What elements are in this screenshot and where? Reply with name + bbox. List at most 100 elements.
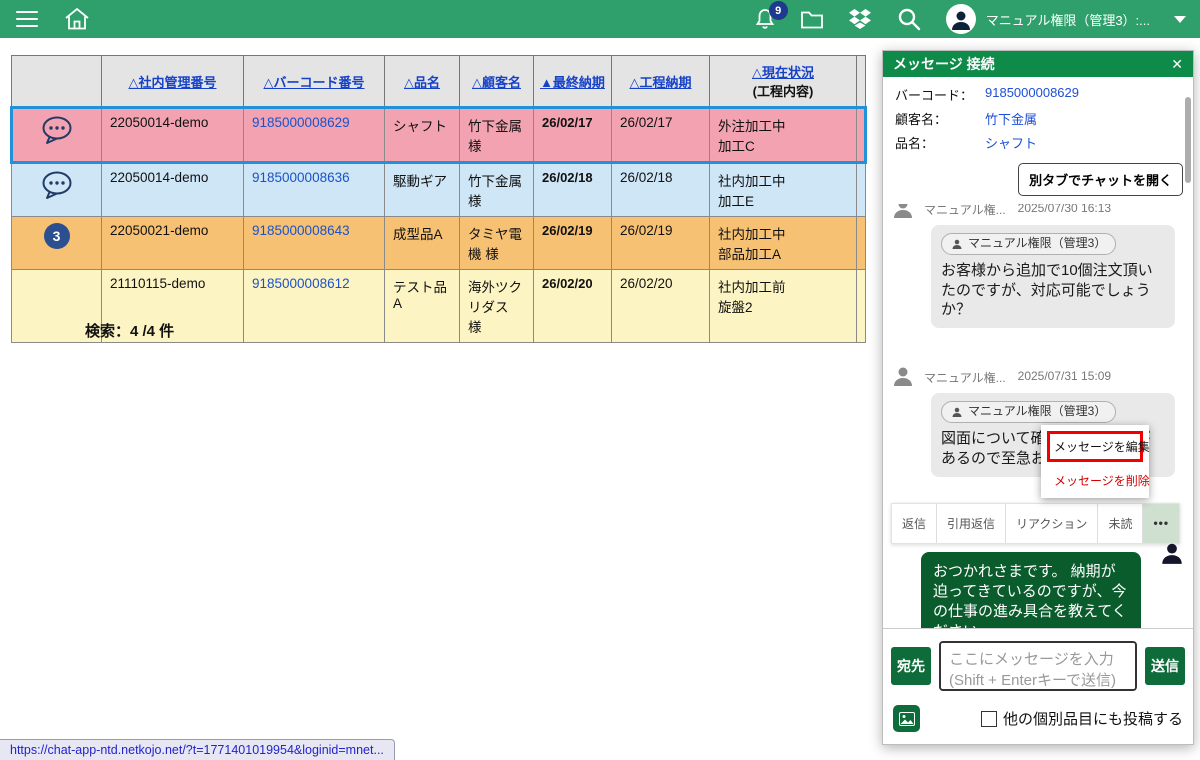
open-chat-new-tab-button[interactable]: 別タブでチャットを開く (1018, 163, 1183, 196)
person-icon (951, 406, 963, 418)
post-other-items-checkbox[interactable] (981, 711, 997, 727)
header-customer-name[interactable]: △顧客名 (472, 75, 521, 90)
cell-process-due: 26/02/19 (612, 217, 710, 270)
header-barcode-no[interactable]: △バーコード番号 (264, 75, 365, 90)
message-timestamp: 2025/07/30 16:13 (1018, 204, 1111, 218)
reaction-button[interactable]: リアクション (1005, 504, 1097, 543)
message-action-bar: 返信 引用返信 リアクション 未読 ••• (891, 503, 1180, 544)
info-label-barcode: バーコード： (895, 85, 985, 104)
cell-status-line2: 部品加工A (718, 243, 848, 263)
cell-final-due: 26/02/19 (534, 217, 612, 270)
cell-status-line2: 旋盤2 (718, 296, 848, 316)
cell-final-due: 26/02/20 (534, 270, 612, 343)
cell-process-due: 26/02/17 (612, 108, 710, 163)
table-header-row: △社内管理番号 △バーコード番号 △品名 △顧客名 ▲最終納期 △工程納期 △現… (12, 56, 866, 108)
edit-message-menu-item[interactable]: メッセージを編集 (1047, 431, 1143, 462)
cell-process-due: 26/02/20 (612, 270, 710, 343)
message-composer: 宛先 送信 (883, 628, 1193, 703)
barcode-link[interactable]: 9185000008636 (252, 170, 350, 185)
barcode-link[interactable]: 9185000008612 (252, 276, 350, 291)
send-button[interactable]: 送信 (1145, 647, 1185, 685)
menu-icon[interactable] (16, 11, 38, 27)
cell-final-due: 26/02/18 (534, 163, 612, 217)
cell-customer-name: 竹下金属 様 (460, 163, 534, 217)
header-management-no[interactable]: △社内管理番号 (129, 75, 217, 90)
cell-product-name: テスト品A (385, 270, 460, 343)
close-icon[interactable]: ✕ (1171, 56, 1183, 73)
sender-avatar-icon (891, 364, 915, 393)
post-other-items-label: 他の個別品目にも投稿する (1003, 708, 1183, 729)
info-label-product: 品名： (895, 133, 985, 152)
cell-product-name: 駆動ギア (385, 163, 460, 217)
header-final-due[interactable]: ▲最終納期 (540, 75, 605, 90)
chat-messages-area: マニュアル権... 2025/07/30 16:13 マニュアル権限（管理3） … (883, 204, 1193, 628)
chat-message-outgoing: おつかれさまです。 納期が迫ってきているのですが、今の仕事の進み具合を教えてくだ… (891, 552, 1185, 628)
cell-final-due: 26/02/17 (534, 108, 612, 163)
message-input[interactable] (939, 641, 1137, 691)
chevron-down-icon[interactable] (1174, 16, 1186, 23)
orders-table: △社内管理番号 △バーコード番号 △品名 △顧客名 ▲最終納期 △工程納期 △現… (10, 55, 867, 343)
cell-management-no: 22050021-demo (102, 217, 244, 270)
header-sliver (857, 56, 866, 108)
recipient-button[interactable]: 宛先 (891, 647, 931, 685)
header-process-due[interactable]: △工程納期 (630, 75, 692, 90)
folder-icon[interactable] (800, 9, 824, 29)
message-context-menu: メッセージを編集 メッセージを削除 (1041, 425, 1149, 498)
search-icon[interactable] (896, 6, 922, 32)
cell-customer-name: 竹下金属 様 (460, 108, 534, 163)
chat-scrollbar-thumb[interactable] (1185, 97, 1191, 183)
table-row[interactable]: 22050014-demo 9185000008629 シャフト 竹下金属 様 … (12, 108, 866, 163)
cell-sliver (857, 108, 866, 163)
notifications-bell-icon[interactable]: 9 (754, 7, 776, 31)
user-menu[interactable]: マニュアル権限（管理3）:... (946, 4, 1150, 34)
cell-process-due: 26/02/18 (612, 163, 710, 217)
chat-bubble-icon[interactable] (40, 188, 74, 203)
user-name-label: マニュアル権限（管理3）:... (986, 10, 1150, 29)
info-value-barcode: 9185000008629 (985, 85, 1079, 104)
attach-image-icon[interactable] (893, 705, 920, 732)
sender-avatar-icon (891, 204, 915, 225)
header-product-name[interactable]: △品名 (404, 75, 440, 90)
cell-customer-name: タミヤ電機 様 (460, 217, 534, 270)
cell-product-name: 成型品A (385, 217, 460, 270)
dropbox-icon[interactable] (848, 8, 872, 30)
chat-message: マニュアル権... 2025/07/30 16:13 マニュアル権限（管理3） … (891, 204, 1185, 328)
message-timestamp: 2025/07/31 15:09 (1018, 369, 1111, 386)
info-value-customer: 竹下金属 (985, 109, 1037, 128)
barcode-link[interactable]: 9185000008643 (252, 223, 350, 238)
chat-panel-title: メッセージ 接続 (893, 54, 995, 74)
cell-status-line1: 社内加工中 (718, 170, 848, 190)
composer-footer: 他の個別品目にも投稿する (883, 703, 1193, 744)
cell-status-line2: 加工C (718, 135, 848, 155)
cell-sliver (857, 163, 866, 217)
message-sender-name: マニュアル権... (924, 369, 1006, 386)
cell-status-line2: 加工E (718, 190, 848, 210)
notification-count-badge: 9 (769, 1, 788, 20)
header-indicator-col (12, 56, 102, 108)
topbar: 9 マニュアル権限（管理3）:... (0, 0, 1200, 38)
message-bubble[interactable]: マニュアル権限（管理3） お客様から追加で10個注文頂いたのですが、対応可能でし… (931, 225, 1175, 328)
table-row[interactable]: 3 22050021-demo 9185000008643 成型品A タミヤ電機… (12, 217, 866, 270)
header-current-status[interactable]: △現在状況 (752, 65, 814, 80)
quote-reply-button[interactable]: 引用返信 (936, 504, 1005, 543)
cell-sliver (857, 270, 866, 343)
delete-message-menu-item[interactable]: メッセージを削除 (1047, 462, 1143, 492)
status-bar-url: https://chat-app-ntd.netkojo.net/?t=1771… (0, 739, 395, 760)
chat-bubble-icon[interactable] (40, 133, 74, 148)
cell-status-line1: 社内加工前 (718, 276, 848, 296)
more-options-button[interactable]: ••• (1142, 504, 1179, 543)
unread-count-badge[interactable]: 3 (44, 223, 70, 249)
info-label-customer: 顧客名： (895, 109, 985, 128)
user-avatar (946, 4, 976, 34)
author-badge: マニュアル権限（管理3） (941, 401, 1116, 423)
cell-customer-name: 海外ツクリダス 様 (460, 270, 534, 343)
search-result-count: 検索：4 /4 件 (85, 320, 174, 341)
message-text: お客様から追加で10個注文頂いたのですが、対応可能でしょうか？ (941, 261, 1165, 320)
reply-button[interactable]: 返信 (892, 504, 936, 543)
message-bubble-outgoing[interactable]: おつかれさまです。 納期が迫ってきているのですが、今の仕事の進み具合を教えてくだ… (921, 552, 1141, 628)
home-icon[interactable] (64, 7, 90, 31)
barcode-link[interactable]: 9185000008629 (252, 115, 350, 130)
mark-unread-button[interactable]: 未読 (1097, 504, 1142, 543)
table-row[interactable]: 22050014-demo 9185000008636 駆動ギア 竹下金属 様 … (12, 163, 866, 217)
self-avatar-icon (1159, 540, 1185, 571)
